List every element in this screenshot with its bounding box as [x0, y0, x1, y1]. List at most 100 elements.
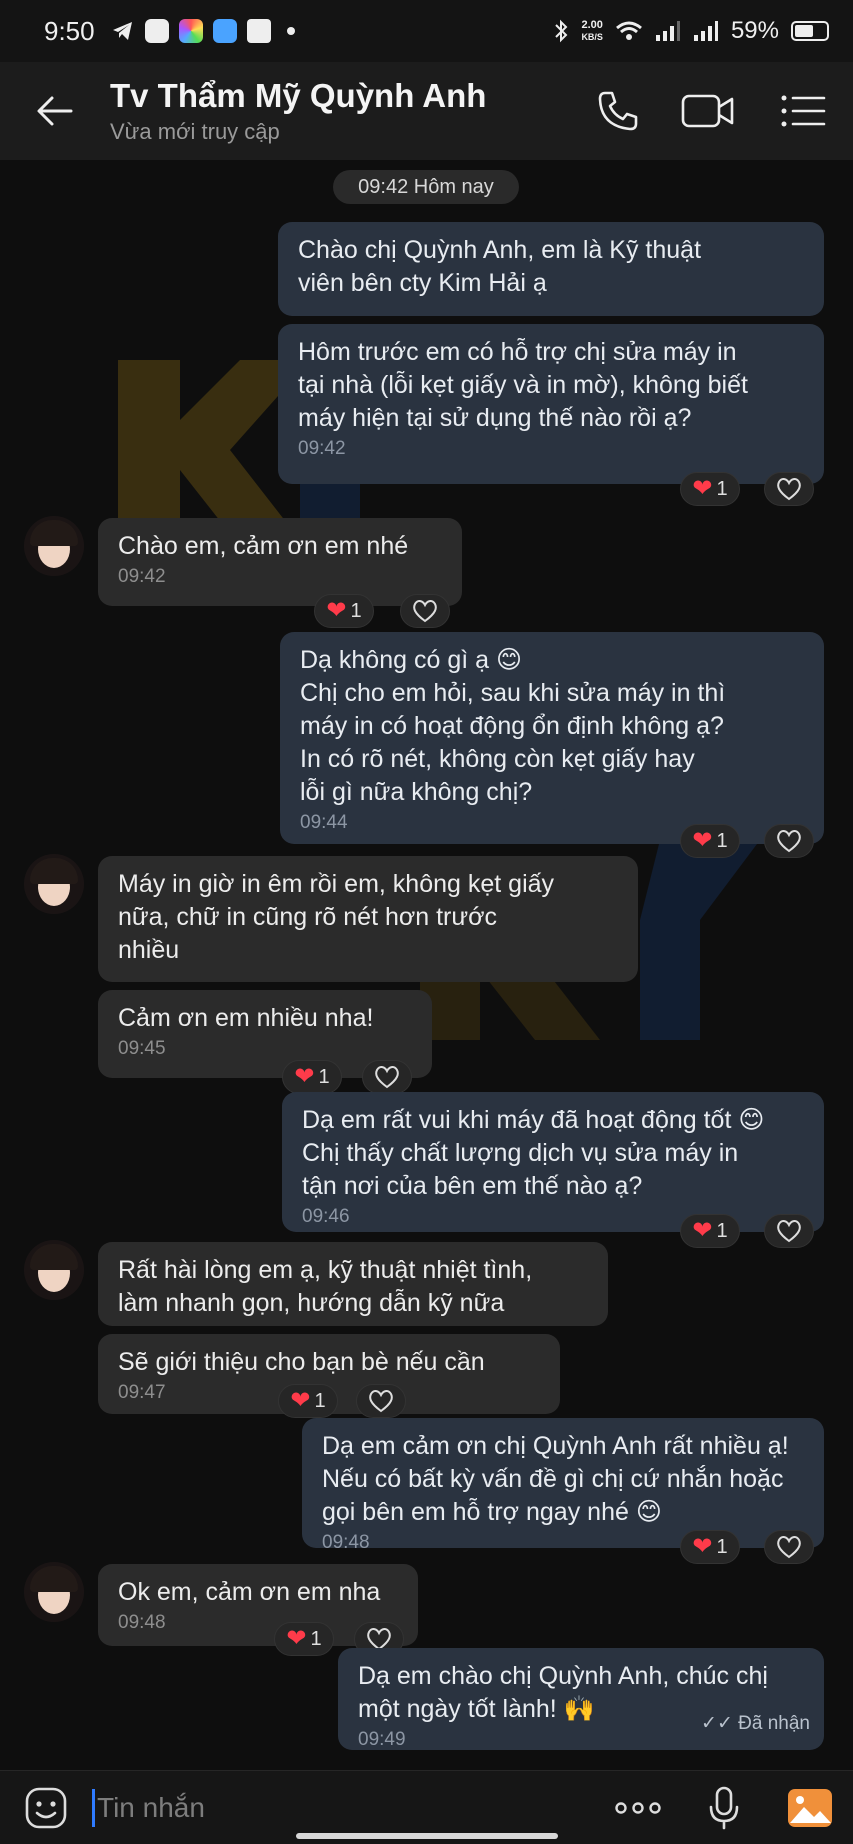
message-line: làm nhanh gọn, hướng dẫn kỹ nữa [118, 1289, 505, 1317]
reaction-count[interactable]: ❤ 1 [680, 1530, 740, 1564]
reaction-count[interactable]: ❤ 1 [680, 1214, 740, 1248]
message-line: Chị thấy chất lượng dịch vụ sửa máy in [302, 1139, 739, 1167]
message-line: máy hiện tại sử dụng thế nào rồi ạ? [298, 404, 692, 432]
message-bubble-outgoing[interactable]: Hôm trước em có hỗ trợ chị sửa máy in tạ… [278, 324, 824, 484]
message-bubble-incoming[interactable]: Chào em, cảm ơn em nhé 09:42 [98, 518, 462, 606]
message-bubble-outgoing[interactable]: Dạ em cảm ơn chị Quỳnh Anh rất nhiều ạ! … [302, 1418, 824, 1553]
phone-icon [598, 91, 638, 131]
heart-icon [777, 478, 801, 501]
message-time: 09:42 [298, 438, 346, 459]
telegram-icon [112, 22, 132, 40]
message-line: Cảm ơn em nhiều nha! [118, 1004, 374, 1032]
reaction-number: 1 [310, 1627, 322, 1650]
more-icon [615, 1801, 661, 1814]
emoji-icon [25, 1787, 67, 1828]
message-bubble-outgoing[interactable]: Dạ em rất vui khi máy đã hoạt động tốt 😊… [282, 1092, 824, 1232]
react-button[interactable] [362, 1060, 412, 1094]
contact-status: Vừa mới truy cập [110, 119, 280, 144]
video-call-button[interactable] [663, 62, 753, 160]
heart-icon: ❤ [290, 1387, 311, 1414]
message-line: nữa, chữ in cũng rõ nét hơn trước [118, 903, 498, 931]
message-input[interactable]: Tin nhắn [92, 1788, 595, 1827]
net-speed: 2.00 KB/S [581, 19, 603, 43]
message-line: In có rõ nét, không còn kẹt giấy hay [300, 745, 695, 773]
call-button[interactable] [573, 62, 663, 160]
react-button[interactable] [400, 594, 450, 628]
dot-icon [286, 27, 295, 35]
reaction-count[interactable]: ❤ 1 [274, 1622, 334, 1656]
video-icon [681, 94, 734, 128]
net-speed-value: 2.00 [581, 19, 603, 31]
message-line: viên bên cty Kim Hải ạ [298, 269, 547, 297]
image-button[interactable] [767, 1788, 853, 1828]
more-button[interactable] [595, 1801, 681, 1815]
avatar[interactable] [24, 1240, 84, 1300]
message-line: Sẽ giới thiệu cho bạn bè nếu cần [118, 1348, 485, 1376]
message-bubble-incoming[interactable]: Rất hài lòng em ạ, kỹ thuật nhiệt tình, … [98, 1242, 608, 1326]
mic-icon [709, 1786, 739, 1829]
message-line: Chào em, cảm ơn em nhé [118, 532, 409, 560]
heart-icon [413, 600, 437, 623]
avatar[interactable] [24, 1562, 84, 1622]
signal-icon [655, 21, 680, 41]
react-button[interactable] [764, 1530, 814, 1564]
message-line: Chị cho em hỏi, sau khi sửa máy in thì [300, 679, 726, 707]
heart-icon [777, 1536, 801, 1559]
photos-icon [178, 19, 203, 43]
back-arrow-icon [37, 96, 73, 126]
heart-icon: ❤ [692, 1217, 713, 1244]
message-line: máy in có hoạt động ổn định không ạ? [300, 712, 724, 740]
reaction-number: 1 [318, 1065, 330, 1088]
message-line: Chào chị Quỳnh Anh, em là Kỹ thuật [298, 236, 702, 264]
status-time: 9:50 [44, 15, 95, 46]
signal-icon-2 [693, 21, 718, 41]
reaction-count[interactable]: ❤ 1 [680, 824, 740, 858]
back-button[interactable] [0, 62, 110, 160]
options-button[interactable] [753, 62, 853, 160]
message-line: Dạ em chào chị Quỳnh Anh, chúc chị [358, 1662, 768, 1690]
reaction-number: 1 [716, 829, 728, 852]
react-button[interactable] [764, 1214, 814, 1248]
heart-icon: ❤ [692, 827, 713, 854]
reaction-count[interactable]: ❤ 1 [680, 472, 740, 506]
contact-info[interactable]: Tv Thẩm Mỹ Quỳnh Anh Vừa mới truy cập [110, 77, 573, 145]
reaction-count[interactable]: ❤ 1 [278, 1384, 338, 1418]
delivery-status: ✓✓ Đã nhận [701, 1713, 810, 1734]
image-icon [788, 1788, 832, 1827]
react-button[interactable] [356, 1384, 406, 1418]
menu-list-icon [781, 95, 826, 127]
emoji-button[interactable] [0, 1786, 92, 1830]
heart-icon: ❤ [326, 597, 347, 624]
battery-icon [791, 21, 829, 41]
react-button[interactable] [764, 472, 814, 506]
reaction-number: 1 [716, 1219, 728, 1242]
message-line: lỗi gì nữa không chị? [300, 778, 533, 806]
message-bubble-outgoing[interactable]: Dạ em chào chị Quỳnh Anh, chúc chị một n… [338, 1648, 824, 1750]
chat-header: Tv Thẩm Mỹ Quỳnh Anh Vừa mới truy cập [0, 62, 853, 160]
message-bubble-outgoing[interactable]: Chào chị Quỳnh Anh, em là Kỹ thuật viên … [278, 222, 824, 316]
message-bubble-incoming[interactable]: Máy in giờ in êm rồi em, không kẹt giấy … [98, 856, 638, 982]
avatar[interactable] [24, 516, 84, 576]
voice-button[interactable] [681, 1786, 767, 1830]
heart-icon [777, 1220, 801, 1243]
message-line: gọi bên em hỗ trợ ngay nhé 😊 [322, 1498, 662, 1526]
status-right: 2.00 KB/S 59% [553, 17, 829, 45]
message-bubble-outgoing[interactable]: Dạ không có gì ạ 😊 Chị cho em hỏi, sau k… [280, 632, 824, 844]
avatar[interactable] [24, 854, 84, 914]
reaction-number: 1 [716, 1535, 728, 1558]
net-speed-unit: KB/S [581, 32, 603, 42]
status-bar: 9:50 2.00 KB/S 59% [0, 0, 853, 62]
bluetooth-icon [555, 19, 568, 43]
message-line: Dạ em rất vui khi máy đã hoạt động tốt 😊 [302, 1106, 765, 1134]
app-blue-icon [212, 19, 237, 43]
reaction-count[interactable]: ❤ 1 [282, 1060, 342, 1094]
contact-name: Tv Thẩm Mỹ Quỳnh Anh [110, 77, 487, 114]
heart-icon [369, 1390, 393, 1413]
battery-percent: 59% [730, 17, 779, 44]
heart-icon: ❤ [286, 1625, 307, 1652]
reaction-count[interactable]: ❤ 1 [314, 594, 374, 628]
heart-icon: ❤ [294, 1063, 315, 1090]
app-notification-icon [144, 19, 169, 43]
react-button[interactable] [764, 824, 814, 858]
message-line: Dạ em cảm ơn chị Quỳnh Anh rất nhiều ạ! [322, 1432, 789, 1460]
